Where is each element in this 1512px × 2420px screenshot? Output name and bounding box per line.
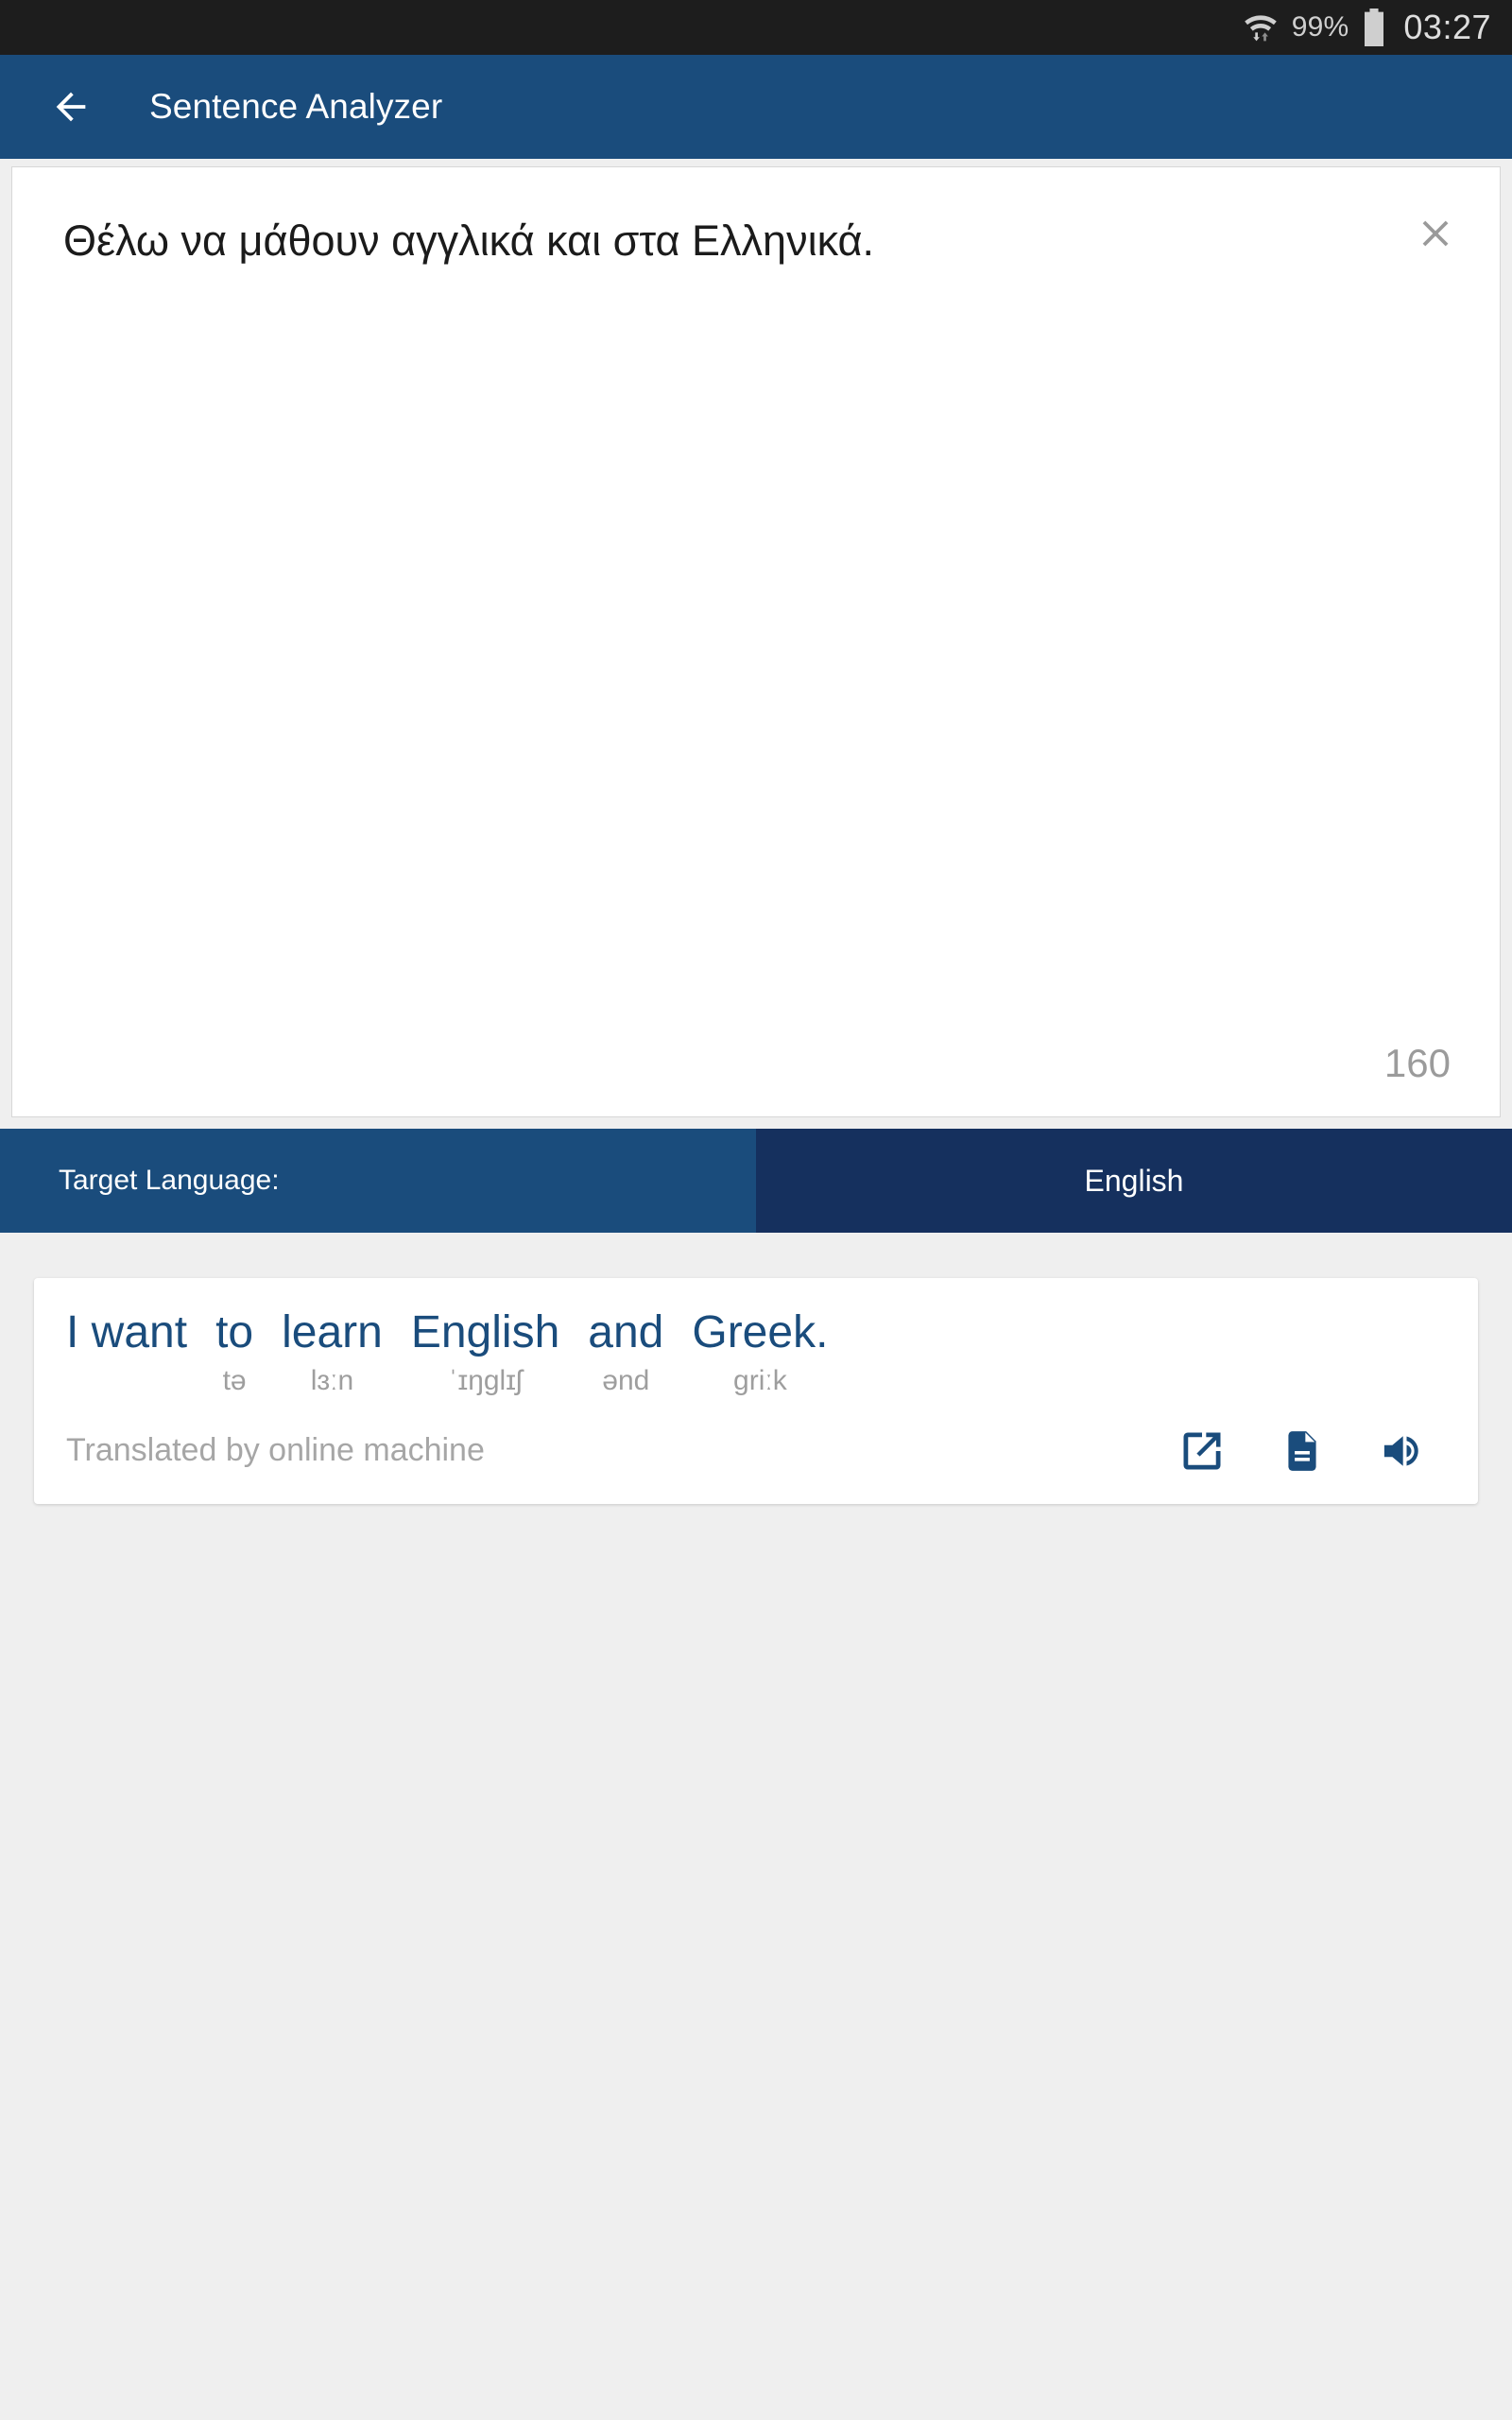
document-icon[interactable] [1274, 1423, 1331, 1479]
battery-percent-label: 99% [1291, 11, 1349, 43]
clock-label: 03:27 [1403, 8, 1491, 46]
page-title: Sentence Analyzer [149, 87, 443, 126]
close-icon[interactable] [1403, 201, 1468, 266]
token-word[interactable]: to [215, 1306, 253, 1360]
wifi-icon [1243, 9, 1279, 45]
translation-source-note: Translated by online machine [66, 1432, 485, 1469]
token-word[interactable]: and [588, 1306, 663, 1360]
battery-icon [1362, 9, 1386, 46]
app-bar: Sentence Analyzer [0, 55, 1512, 159]
source-text-input[interactable]: Θέλω να μάθουν αγγλικά και στα Ελληνικά. [63, 213, 1320, 270]
translation-token[interactable]: Greek. griːk [692, 1306, 828, 1400]
target-language-label-cell: Target Language: [0, 1129, 756, 1233]
translation-token[interactable]: English ˈɪŋglɪʃ [411, 1306, 559, 1400]
token-word[interactable]: I want [66, 1306, 187, 1360]
translation-result-card[interactable]: I want to tə learn lɜːn English ˈɪŋglɪʃ … [34, 1278, 1478, 1504]
open-in-new-icon[interactable] [1174, 1423, 1230, 1479]
token-phonetic: ˈɪŋglɪʃ [448, 1364, 523, 1396]
back-arrow-icon[interactable] [49, 85, 93, 129]
character-counter: 160 [1383, 1041, 1451, 1085]
target-language-value: English [1084, 1163, 1184, 1198]
target-language-label: Target Language: [59, 1165, 280, 1196]
target-language-bar: Target Language: English [0, 1129, 1512, 1233]
token-phonetic: griːk [733, 1364, 787, 1396]
status-bar: 99% 03:27 [0, 0, 1512, 55]
translation-token[interactable]: I want [66, 1306, 187, 1400]
token-phonetic: ənd [602, 1364, 650, 1396]
token-word[interactable]: learn [282, 1306, 383, 1360]
translation-token-list: I want to tə learn lɜːn English ˈɪŋglɪʃ … [66, 1306, 1446, 1400]
target-language-selector[interactable]: English [756, 1129, 1512, 1233]
input-card-container: Θέλω να μάθουν αγγλικά και στα Ελληνικά.… [0, 159, 1512, 1117]
source-text-card[interactable]: Θέλω να μάθουν αγγλικά και στα Ελληνικά.… [11, 166, 1501, 1117]
result-action-bar [1174, 1423, 1446, 1479]
token-word[interactable]: Greek. [692, 1306, 828, 1360]
speaker-icon[interactable] [1374, 1423, 1431, 1479]
token-word[interactable]: English [411, 1306, 559, 1360]
translation-token[interactable]: learn lɜːn [282, 1306, 383, 1400]
result-footer: Translated by online machine [66, 1423, 1446, 1479]
result-card-container: I want to tə learn lɜːn English ˈɪŋglɪʃ … [0, 1233, 1512, 1504]
token-phonetic: lɜːn [310, 1364, 354, 1396]
translation-token[interactable]: and ənd [588, 1306, 663, 1400]
translation-token[interactable]: to tə [215, 1306, 253, 1400]
token-phonetic: tə [222, 1364, 247, 1396]
